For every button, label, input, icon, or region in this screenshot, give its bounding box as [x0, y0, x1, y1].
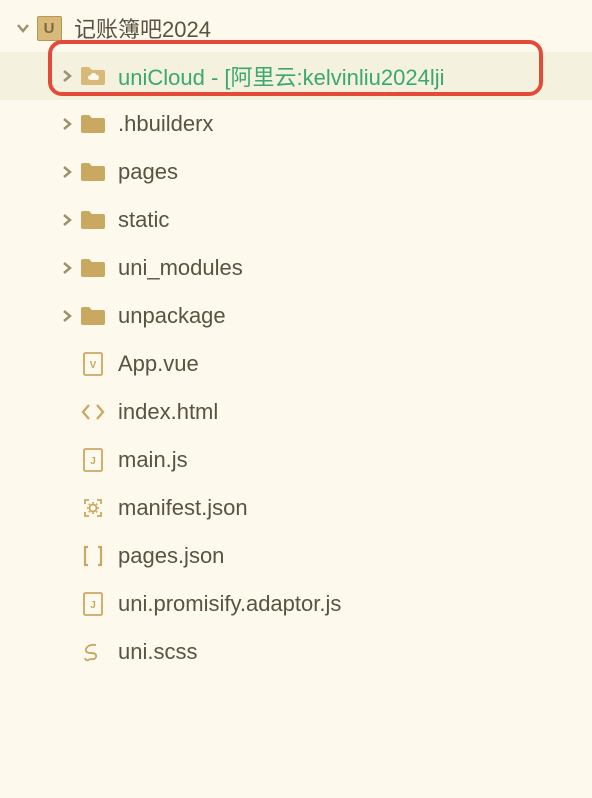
project-name: 记账簿吧2024 [74, 12, 592, 44]
tree-row[interactable]: static [0, 196, 592, 244]
svg-text:V: V [90, 360, 97, 371]
tree-row[interactable]: .hbuilderx [0, 100, 592, 148]
tree-item-label: main.js [118, 447, 592, 473]
project-icon: U [34, 16, 64, 41]
tree-item-label: pages.json [118, 543, 592, 569]
chevron-right-icon[interactable] [56, 117, 78, 131]
tree-item-label: uni.scss [118, 639, 592, 665]
tree-item-label: pages [118, 159, 592, 185]
folder-icon [78, 161, 108, 183]
tree-row-project[interactable]: U 记账簿吧2024 [0, 4, 592, 52]
tree-row[interactable]: J main.js [0, 436, 592, 484]
svg-text:J: J [90, 600, 96, 611]
tree-row[interactable]: uniCloud - [阿里云:kelvinliu2024lji [0, 52, 592, 100]
tree-item-label: index.html [118, 399, 592, 425]
tree-row[interactable]: manifest.json [0, 484, 592, 532]
tree-item-label: unpackage [118, 303, 592, 329]
tree-row[interactable]: uni_modules [0, 244, 592, 292]
chevron-right-icon[interactable] [56, 261, 78, 275]
tree-row[interactable]: pages.json [0, 532, 592, 580]
folder-icon [78, 257, 108, 279]
html-file-icon [78, 401, 108, 423]
tree-row[interactable]: uni.scss [0, 628, 592, 676]
chevron-right-icon[interactable] [56, 165, 78, 179]
json-file-icon [78, 544, 108, 568]
tree-row[interactable]: index.html [0, 388, 592, 436]
tree-row[interactable]: unpackage [0, 292, 592, 340]
tree-item-label: uni.promisify.adaptor.js [118, 591, 592, 617]
cloud-folder-icon [78, 65, 108, 87]
tree-item-label: uniCloud - [阿里云:kelvinliu2024lji [118, 60, 592, 92]
folder-icon [78, 305, 108, 327]
folder-icon [78, 209, 108, 231]
tree-row[interactable]: J uni.promisify.adaptor.js [0, 580, 592, 628]
svg-text:J: J [90, 456, 96, 467]
tree-item-label: static [118, 207, 592, 233]
tree-row[interactable]: pages [0, 148, 592, 196]
chevron-right-icon[interactable] [56, 213, 78, 227]
chevron-down-icon [12, 21, 34, 35]
vue-file-icon: V [78, 351, 108, 377]
tree-row[interactable]: V App.vue [0, 340, 592, 388]
chevron-right-icon[interactable] [56, 309, 78, 323]
folder-icon [78, 113, 108, 135]
chevron-right-icon[interactable] [56, 69, 78, 83]
js-file-icon: J [78, 591, 108, 617]
file-tree: U 记账簿吧2024 uniCloud - [阿里云:kelvinliu2024… [0, 0, 592, 676]
js-file-icon: J [78, 447, 108, 473]
tree-item-label: uni_modules [118, 255, 592, 281]
tree-item-label: App.vue [118, 351, 592, 377]
tree-item-label: .hbuilderx [118, 111, 592, 137]
config-file-icon [78, 496, 108, 520]
tree-item-label: manifest.json [118, 495, 592, 521]
tree-children: uniCloud - [阿里云:kelvinliu2024lji .hbuild… [0, 52, 592, 676]
scss-file-icon [78, 641, 108, 663]
